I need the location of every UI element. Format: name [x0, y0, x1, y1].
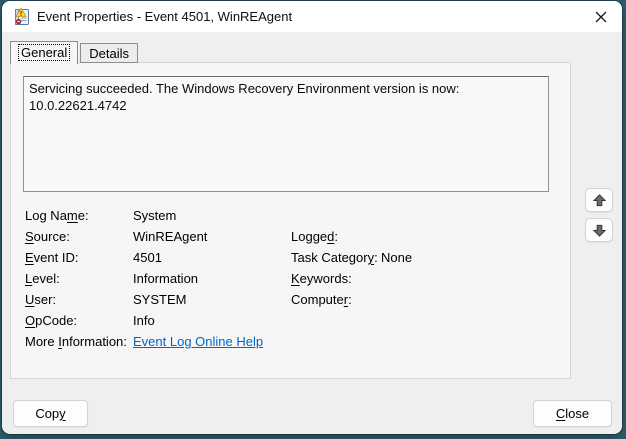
field-value-log-name: System [133, 208, 291, 223]
tab-strip: General Details [10, 41, 140, 63]
field-label-more-information: More Information: [25, 334, 133, 349]
next-event-button[interactable] [585, 218, 613, 242]
tab-general[interactable]: General [10, 41, 78, 64]
close-icon [594, 10, 608, 24]
tab-general-label: General [19, 45, 69, 60]
event-fields-grid: Log Name: System Source: WinREAgent Logg… [25, 205, 564, 352]
event-description-text: Servicing succeeded. The Windows Recover… [29, 81, 459, 113]
close-button[interactable]: Close [533, 400, 612, 427]
desktop-background: Event Properties - Event 4501, WinREAgen… [0, 0, 626, 439]
field-label-opcode: OpCode: [25, 313, 133, 328]
up-arrow-icon [592, 193, 607, 208]
titlebar[interactable]: Event Properties - Event 4501, WinREAgen… [2, 1, 622, 32]
field-value-task-category: None [381, 250, 564, 265]
field-label-computer: Computer: [291, 292, 381, 307]
field-value-opcode: Info [133, 313, 291, 328]
field-label-event-id: Event ID: [25, 250, 133, 265]
event-properties-dialog: Event Properties - Event 4501, WinREAgen… [2, 1, 622, 434]
field-label-keywords: Keywords: [291, 271, 381, 286]
general-tab-panel: Servicing succeeded. The Windows Recover… [10, 62, 571, 379]
event-properties-icon [12, 7, 32, 27]
field-label-level: Level: [25, 271, 133, 286]
field-value-event-id: 4501 [133, 250, 291, 265]
window-title: Event Properties - Event 4501, WinREAgen… [37, 9, 292, 24]
event-log-online-help-link[interactable]: Event Log Online Help [133, 334, 263, 349]
tab-details[interactable]: Details [80, 43, 138, 63]
down-arrow-icon [592, 223, 607, 238]
field-value-user: SYSTEM [133, 292, 291, 307]
field-label-user: User: [25, 292, 133, 307]
event-description-box[interactable]: Servicing succeeded. The Windows Recover… [23, 76, 549, 192]
field-value-source: WinREAgent [133, 229, 291, 244]
tab-details-label: Details [89, 46, 129, 61]
copy-button[interactable]: Copy [13, 400, 88, 427]
field-value-level: Information [133, 271, 291, 286]
field-label-logged: Logged: [291, 229, 381, 244]
field-label-source: Source: [25, 229, 133, 244]
previous-event-button[interactable] [585, 188, 613, 212]
field-label-task-category: Task Category: [291, 250, 381, 265]
field-label-log-name: Log Name: [25, 208, 133, 223]
window-close-button[interactable] [586, 3, 616, 30]
